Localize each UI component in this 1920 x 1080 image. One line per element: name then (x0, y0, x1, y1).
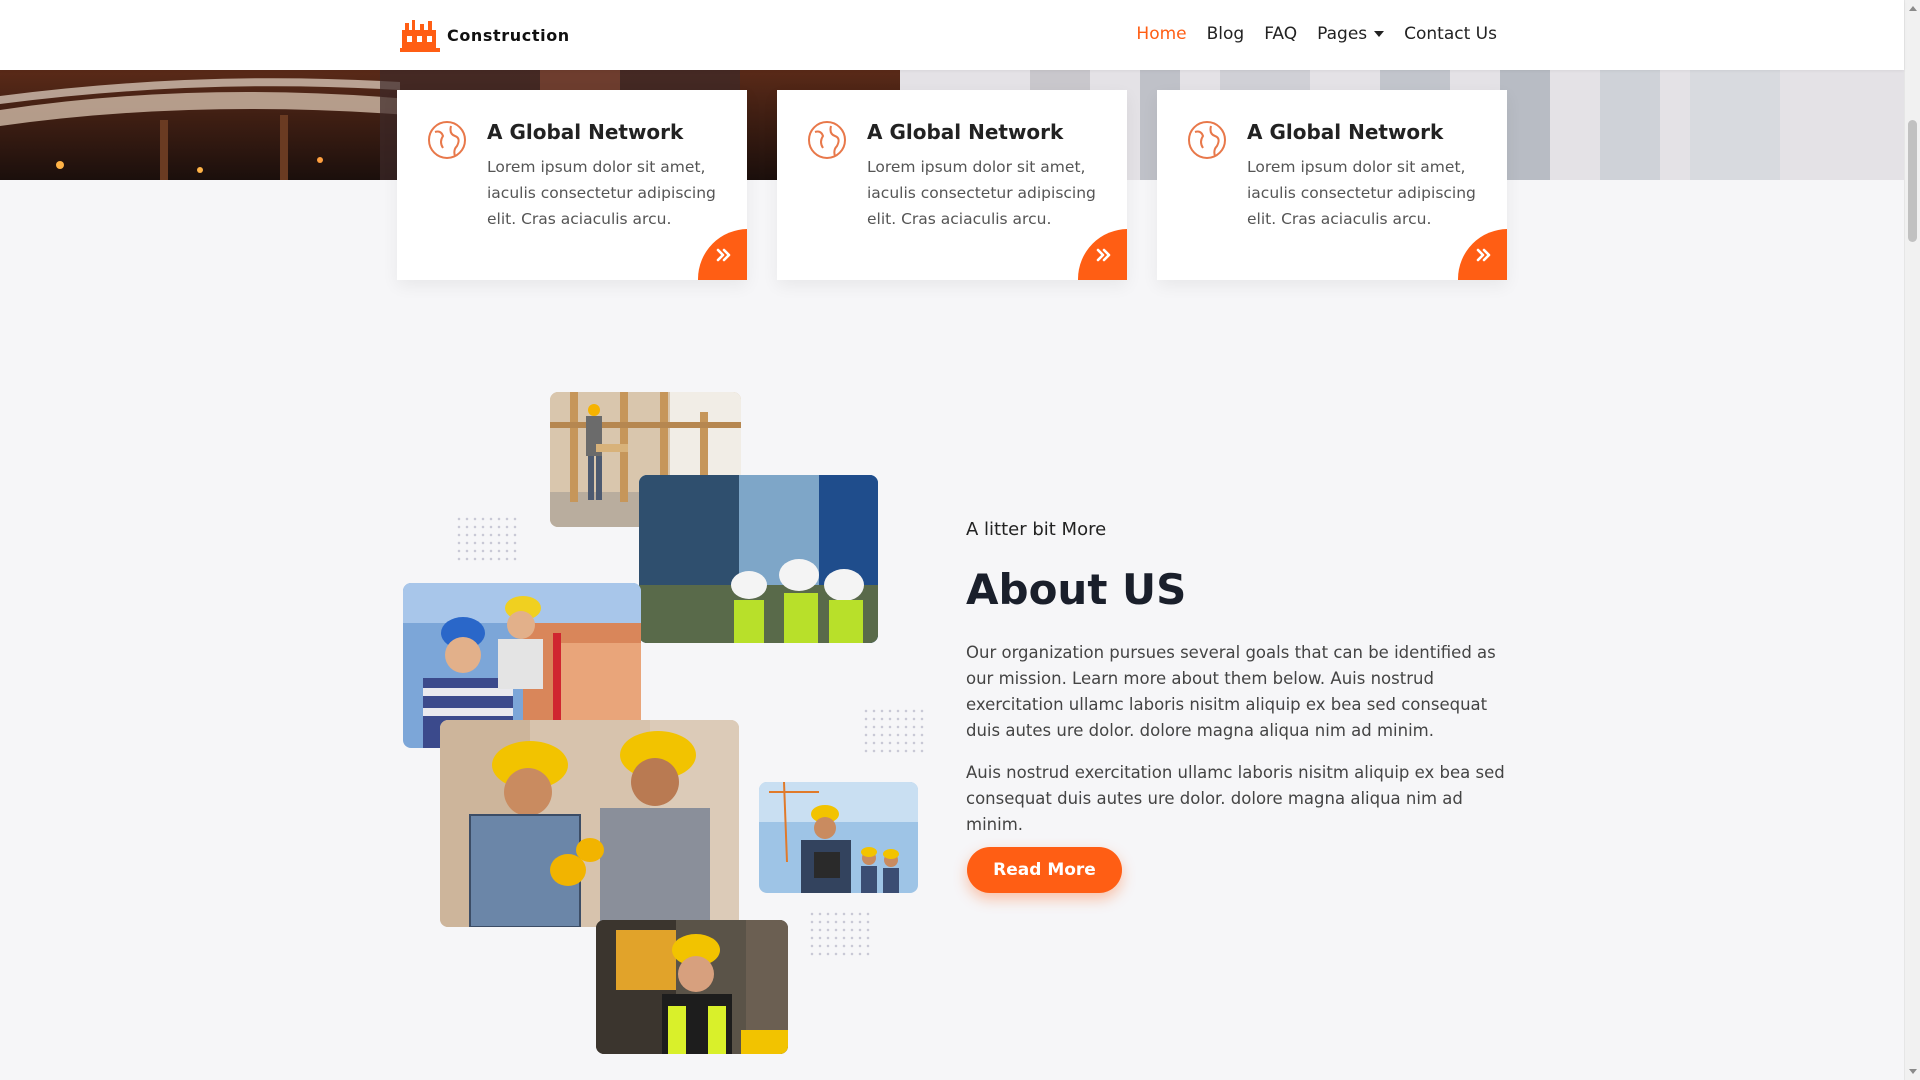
construction-logo-icon (400, 20, 440, 52)
nav-links: Home Blog FAQ Pages Contact Us (1116, 24, 1497, 44)
globe-icon (808, 121, 846, 159)
workers-building-photo (639, 475, 878, 643)
nav-pages-label: Pages (1317, 24, 1368, 44)
read-more-button[interactable]: Read More (967, 847, 1122, 893)
brand[interactable]: Construction (400, 18, 570, 52)
nav-blog-label: Blog (1206, 24, 1245, 44)
caret-down-icon (1374, 31, 1385, 37)
card-title: A Global Network (1247, 120, 1444, 144)
nav-contact-label: Contact Us (1404, 24, 1497, 44)
card-arrow-button[interactable] (1078, 229, 1127, 280)
about-eyebrow: A litter bit More (966, 519, 1107, 540)
card-text: Lorem ipsum dolor sit amet, iaculis cons… (867, 158, 1096, 228)
globe-icon (1188, 121, 1226, 159)
feature-card: A Global Network Lorem ipsum dolor sit a… (777, 90, 1127, 280)
card-title: A Global Network (867, 120, 1064, 144)
double-chevron-right-icon (716, 248, 731, 262)
scroll-down-arrow-icon[interactable] (1909, 1069, 1917, 1074)
woman-engineer-photo (596, 920, 788, 1054)
dot-pattern (455, 515, 519, 563)
feature-card: A Global Network Lorem ipsum dolor sit a… (1157, 90, 1507, 280)
dot-pattern (808, 910, 872, 958)
about-title: About US (966, 565, 1187, 614)
scroll-thumb[interactable] (1908, 120, 1917, 242)
card-title: A Global Network (487, 120, 684, 144)
card-text: Lorem ipsum dolor sit amet, iaculis cons… (487, 158, 716, 228)
nav-pages-dropdown[interactable]: Pages (1317, 24, 1385, 44)
nav-blog[interactable]: Blog (1207, 24, 1245, 44)
card-text: Lorem ipsum dolor sit amet, iaculis cons… (1247, 158, 1476, 228)
scroll-up-arrow-icon[interactable] (1909, 6, 1917, 11)
nav-home[interactable]: Home (1136, 24, 1186, 44)
nav-faq-label: FAQ (1264, 24, 1298, 44)
card-arrow-button[interactable] (1458, 229, 1507, 280)
feature-card: A Global Network Lorem ipsum dolor sit a… (397, 90, 747, 280)
workers-handshake-photo (440, 720, 739, 927)
engineer-tablet-photo (759, 782, 918, 893)
nav-faq[interactable]: FAQ (1264, 24, 1297, 44)
about-paragraph: Auis nostrud exercitation ullamc laboris… (966, 763, 1505, 834)
double-chevron-right-icon (1476, 248, 1491, 262)
brand-name: Construction (447, 25, 570, 45)
nav-contact[interactable]: Contact Us (1404, 24, 1497, 44)
dot-pattern (862, 707, 926, 755)
scrollbar[interactable] (1904, 0, 1920, 1080)
navbar: Construction Home Blog FAQ Pages Contact… (0, 0, 1904, 70)
globe-icon (428, 121, 466, 159)
card-arrow-button[interactable] (698, 229, 747, 280)
double-chevron-right-icon (1096, 248, 1111, 262)
about-paragraph: Our organization pursues several goals t… (966, 643, 1496, 740)
nav-home-label: Home (1136, 24, 1187, 44)
